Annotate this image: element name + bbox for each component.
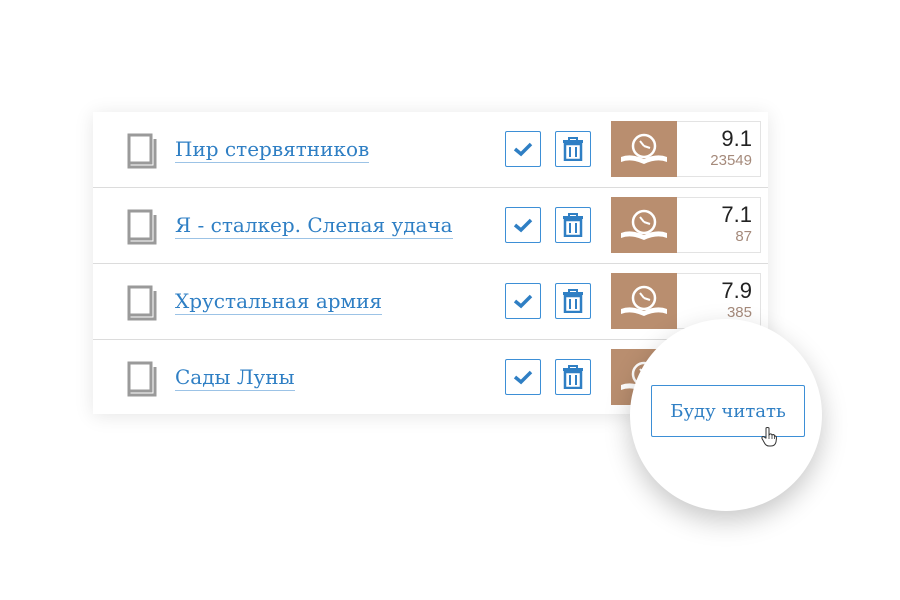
rating-logo[interactable] xyxy=(611,197,677,253)
mark-read-button[interactable] xyxy=(505,131,541,167)
rating-value: 7.1 xyxy=(721,202,752,227)
check-icon xyxy=(513,142,533,157)
check-icon xyxy=(513,294,533,309)
rating-box: 9.1 23549 xyxy=(677,121,761,177)
rating-value: 7.9 xyxy=(721,278,752,303)
delete-button[interactable] xyxy=(555,131,591,167)
mark-read-button[interactable] xyxy=(505,207,541,243)
check-icon xyxy=(513,218,533,233)
book-icon xyxy=(127,133,157,169)
list-item: Пир стервятников 9.1 23549 xyxy=(93,112,768,188)
rating-box: 7.1 87 xyxy=(677,197,761,253)
hand-cursor-icon xyxy=(761,427,777,447)
delete-button[interactable] xyxy=(555,207,591,243)
mark-read-button[interactable] xyxy=(505,283,541,319)
trash-icon xyxy=(563,213,583,237)
book-title-link[interactable]: Я - сталкер. Слепая удача xyxy=(175,212,453,239)
trash-icon xyxy=(563,137,583,161)
want-to-read-button[interactable]: Буду читать xyxy=(651,385,805,437)
list-item: Хрустальная армия 7.9 385 xyxy=(93,264,768,340)
book-icon xyxy=(127,209,157,245)
open-book-clock-icon xyxy=(621,209,667,240)
trash-icon xyxy=(563,289,583,313)
magnifier-callout: Буду читать xyxy=(630,319,822,511)
check-icon xyxy=(513,370,533,385)
rating-count: 23549 xyxy=(710,152,752,169)
rating-value: 9.1 xyxy=(721,126,752,151)
book-title-link[interactable]: Пир стервятников xyxy=(175,136,370,163)
delete-button[interactable] xyxy=(555,283,591,319)
book-title-link[interactable]: Хрустальная армия xyxy=(175,288,383,315)
open-book-clock-icon xyxy=(621,285,667,316)
mark-read-button[interactable] xyxy=(505,359,541,395)
book-title-link[interactable]: Сады Луны xyxy=(175,364,295,391)
rating-count: 87 xyxy=(735,228,752,245)
rating-logo[interactable] xyxy=(611,121,677,177)
delete-button[interactable] xyxy=(555,359,591,395)
list-item: Я - сталкер. Слепая удача 7.1 87 xyxy=(93,188,768,264)
open-book-clock-icon xyxy=(621,133,667,164)
trash-icon xyxy=(563,365,583,389)
rating-logo[interactable] xyxy=(611,273,677,329)
book-icon xyxy=(127,361,157,397)
book-icon xyxy=(127,285,157,321)
